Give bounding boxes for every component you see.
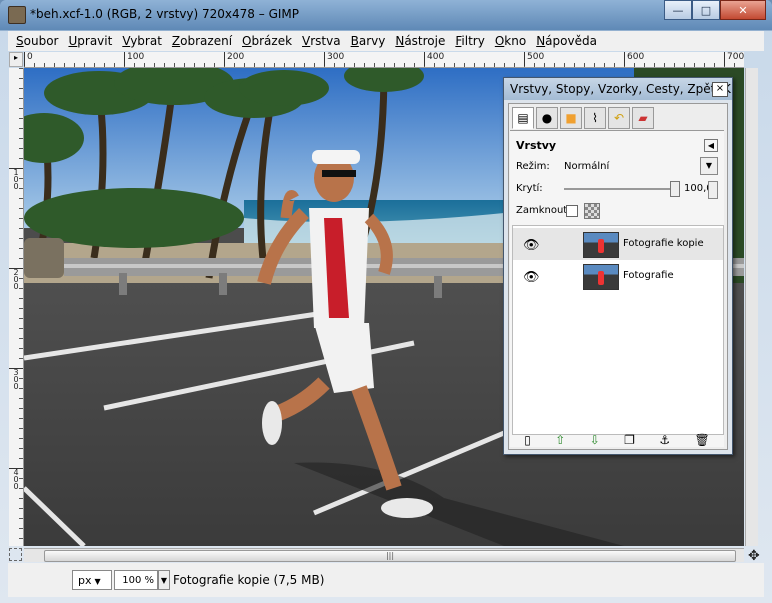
mode-select[interactable]: Normální: [564, 161, 609, 172]
title-bar: *beh.xcf-1.0 (RGB, 2 vrstvy) 720x478 – G…: [0, 0, 772, 30]
patterns-icon[interactable]: ■: [560, 107, 582, 129]
ruler-tick: 1 0 0: [9, 168, 23, 191]
menu-okno[interactable]: Okno: [495, 34, 526, 48]
ruler-tick: 0: [24, 52, 33, 66]
menu-zobrazeni[interactable]: Zobrazení: [172, 34, 232, 48]
horizontal-ruler[interactable]: 0 100 200 300 400 500 600 700: [24, 52, 744, 68]
ruler-tick: 400: [424, 52, 444, 66]
opacity-label: Krytí:: [516, 183, 543, 194]
zoom-dropdown-icon[interactable]: ▼: [158, 570, 170, 590]
dialog-close-button[interactable]: ×: [712, 82, 728, 97]
ruler-tick: 700: [724, 52, 744, 66]
brushes-icon[interactable]: ▰: [632, 107, 654, 129]
layer-thumbnail: [583, 264, 619, 290]
mode-label: Režim:: [516, 161, 550, 172]
eye-icon[interactable]: 👁: [523, 270, 540, 285]
quick-mask-toggle-icon[interactable]: [9, 548, 22, 561]
layer-thumbnail: [583, 232, 619, 258]
status-bar: px ▼ 100 % ▼ Fotografie kopie (7,5 MB): [8, 563, 764, 597]
ruler-tick: 4 0 0: [9, 468, 23, 491]
lock-label: Zamknout:: [516, 205, 571, 216]
layers-panel: Vrstvy ◀ Režim: Normální ▼ Krytí: 100,0 …: [510, 130, 724, 447]
menu-vybrat[interactable]: Vybrat: [122, 34, 162, 48]
lock-alpha-icon[interactable]: [584, 203, 600, 219]
window-title: *beh.xcf-1.0 (RGB, 2 vrstvy) 720x478 – G…: [30, 7, 299, 21]
lower-layer-icon[interactable]: ⇩: [590, 433, 600, 447]
ruler-tick: 300: [324, 52, 344, 66]
layer-name: Fotografie kopie: [623, 238, 704, 249]
duplicate-layer-icon[interactable]: ❐: [624, 433, 635, 447]
dialog-title[interactable]: Vrstvy, Stopy, Vzorky, Cesty, Zpět, K...: [504, 78, 732, 100]
zoom-input[interactable]: 100 %: [114, 570, 158, 590]
anchor-layer-icon[interactable]: ⚓: [659, 433, 670, 447]
maximize-button[interactable]: □: [692, 0, 720, 20]
chevron-down-icon[interactable]: ▼: [700, 157, 718, 175]
ruler-corner-menu-icon[interactable]: ▸: [9, 52, 23, 67]
ruler-tick: 500: [524, 52, 544, 66]
eye-icon[interactable]: 👁: [523, 238, 540, 253]
vertical-ruler[interactable]: 1 0 0 2 0 0 3 0 0 4 0 0: [9, 68, 24, 546]
menu-obrazek[interactable]: Obrázek: [242, 34, 292, 48]
chevron-down-icon: ▼: [94, 577, 101, 586]
menu-soubor[interactable]: Soubor: [16, 34, 58, 48]
navigate-icon[interactable]: ✥: [748, 548, 760, 564]
gimp-app-icon: [8, 6, 26, 24]
menu-bar: Soubor Upravit Vybrat Zobrazení Obrázek …: [8, 31, 764, 51]
menu-upravit[interactable]: Upravit: [68, 34, 112, 48]
ruler-tick: 600: [624, 52, 644, 66]
panel-menu-icon[interactable]: ◀: [704, 139, 718, 152]
ruler-tick: 100: [124, 52, 144, 66]
channels-icon[interactable]: ●: [536, 107, 558, 129]
menu-barvy[interactable]: Barvy: [351, 34, 386, 48]
panel-title: Vrstvy: [516, 139, 557, 152]
unit-select[interactable]: px ▼: [72, 570, 112, 590]
layer-list: 👁 Fotografie kopie 👁 Fotografie: [512, 225, 724, 435]
status-text: Fotografie kopie (7,5 MB): [173, 573, 325, 587]
horizontal-scrollbar[interactable]: |||: [24, 548, 744, 562]
menu-filtry[interactable]: Filtry: [455, 34, 484, 48]
list-item[interactable]: 👁 Fotografie kopie: [513, 228, 723, 260]
ruler-tick: 2 0 0: [9, 268, 23, 291]
undo-history-icon[interactable]: ↶: [608, 107, 630, 129]
vertical-scrollbar[interactable]: [745, 68, 758, 546]
layer-name: Fotografie: [623, 270, 674, 281]
new-layer-icon[interactable]: ▯: [524, 433, 531, 447]
opacity-spinner[interactable]: [708, 181, 718, 199]
horizontal-scroll-thumb[interactable]: |||: [44, 550, 736, 562]
opacity-slider[interactable]: [564, 188, 674, 190]
ruler-tick: 200: [224, 52, 244, 66]
ruler-tick: 3 0 0: [9, 368, 23, 391]
lock-pixels-checkbox[interactable]: [566, 205, 578, 217]
layers-icon[interactable]: ▤: [512, 107, 534, 129]
delete-layer-icon[interactable]: 🗑: [695, 433, 710, 447]
unit-value: px: [78, 574, 92, 587]
menu-napoveda[interactable]: Nápověda: [536, 34, 597, 48]
layer-actions: ▯ ⇧ ⇩ ❐ ⚓ 🗑: [512, 433, 722, 447]
list-item[interactable]: 👁 Fotografie: [513, 260, 723, 292]
close-button[interactable]: ✕: [720, 0, 766, 20]
minimize-button[interactable]: —: [664, 0, 692, 20]
menu-vrstva[interactable]: Vrstva: [302, 34, 341, 48]
raise-layer-icon[interactable]: ⇧: [555, 433, 565, 447]
paths-icon[interactable]: ⌇: [584, 107, 606, 129]
dock-tabs: ▤ ● ■ ⌇ ↶ ▰: [512, 107, 656, 129]
layers-dialog: Vrstvy, Stopy, Vzorky, Cesty, Zpět, K...…: [503, 77, 733, 455]
menu-nastroje[interactable]: Nástroje: [395, 34, 445, 48]
opacity-slider-handle[interactable]: [670, 181, 680, 197]
